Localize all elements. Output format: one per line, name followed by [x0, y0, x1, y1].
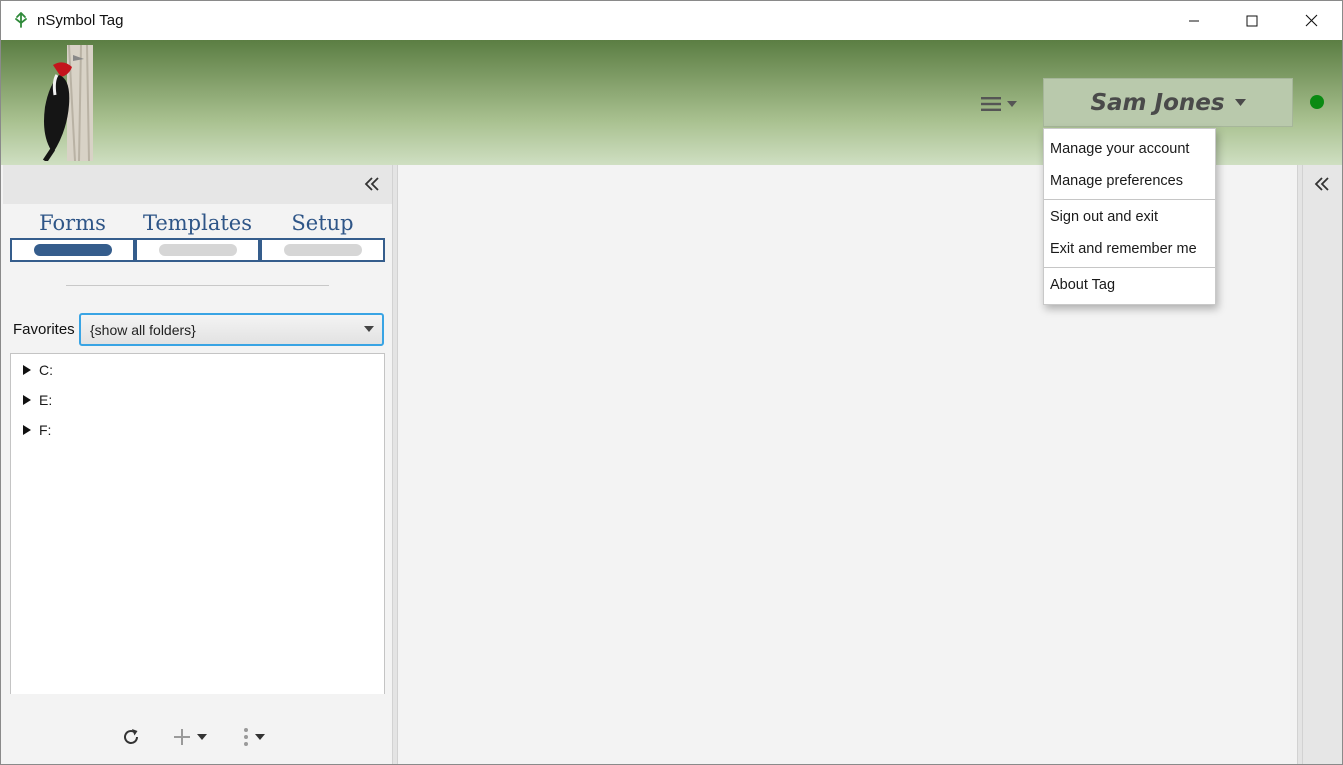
- menu-item-about[interactable]: About Tag: [1044, 270, 1215, 300]
- caret-down-icon: [1234, 99, 1246, 106]
- title-bar: nSymbol Tag: [1, 1, 1342, 40]
- favorites-label: Favorites: [13, 321, 75, 338]
- add-icon: [174, 729, 190, 745]
- left-panel-toolbar: [3, 165, 392, 204]
- tab-pill: [284, 244, 362, 256]
- nsymbol-app-icon: [15, 12, 27, 28]
- collapse-right-panel-button[interactable]: [1311, 173, 1333, 195]
- tab-pill: [159, 244, 237, 256]
- expand-arrow-icon[interactable]: [23, 395, 31, 405]
- close-icon: [1305, 14, 1317, 27]
- close-button[interactable]: [1282, 1, 1340, 40]
- tab-templates[interactable]: Templates: [135, 209, 260, 263]
- collapse-left-panel-button[interactable]: [361, 173, 383, 195]
- caret-down-icon: [197, 734, 207, 740]
- more-vertical-icon: [244, 728, 248, 746]
- add-button[interactable]: [173, 724, 207, 750]
- tab-label: Templates: [142, 211, 253, 235]
- refresh-button[interactable]: [121, 724, 141, 750]
- woodpecker-logo-icon: [42, 45, 93, 161]
- minimize-button[interactable]: [1165, 1, 1223, 40]
- section-divider: [66, 285, 329, 286]
- tab-indicator: [135, 238, 260, 262]
- menu-item-label: About Tag: [1050, 277, 1116, 293]
- tree-node[interactable]: C:: [23, 359, 53, 381]
- window-title: nSymbol Tag: [37, 12, 124, 29]
- menu-item-label: Exit and remember me: [1050, 241, 1197, 257]
- hamburger-menu-icon: [981, 97, 1001, 111]
- menu-item-label: Manage preferences: [1050, 173, 1183, 189]
- menu-item-exit-remember[interactable]: Exit and remember me: [1044, 234, 1215, 264]
- tab-indicator: [10, 238, 135, 262]
- user-menu-button[interactable]: Sam Jones: [1043, 78, 1293, 127]
- folder-tree: C: E: F:: [10, 353, 385, 694]
- expand-arrow-icon[interactable]: [23, 365, 31, 375]
- tab-label: Forms: [39, 211, 106, 235]
- refresh-icon: [124, 729, 138, 744]
- expand-arrow-icon[interactable]: [23, 425, 31, 435]
- menu-item-label: Manage your account: [1050, 141, 1190, 157]
- left-splitter[interactable]: [392, 165, 398, 764]
- tab-label: Setup: [291, 211, 354, 235]
- left-panel: Forms Templates Setup Favorites {show al…: [3, 165, 392, 764]
- maximize-icon: [1246, 15, 1258, 26]
- user-dropdown-menu: Manage your account Manage preferences S…: [1043, 128, 1216, 305]
- caret-down-icon: [255, 734, 265, 740]
- tab-pill: [34, 244, 112, 256]
- favorites-selected-value: {show all folders}: [90, 321, 196, 338]
- tab-setup[interactable]: Setup: [260, 209, 385, 263]
- menu-separator: [1044, 199, 1215, 200]
- tree-node[interactable]: F:: [23, 419, 51, 441]
- menu-item-manage-account[interactable]: Manage your account: [1044, 134, 1215, 164]
- menu-item-manage-preferences[interactable]: Manage preferences: [1044, 166, 1215, 196]
- tree-node-label: F:: [39, 422, 52, 438]
- tab-forms[interactable]: Forms: [10, 209, 135, 263]
- menu-separator: [1044, 267, 1215, 268]
- minimize-icon: [1189, 20, 1199, 21]
- left-tabs: Forms Templates Setup: [10, 209, 386, 263]
- maximize-button[interactable]: [1223, 1, 1281, 40]
- caret-down-icon: [364, 326, 374, 332]
- user-name: Sam Jones: [1090, 89, 1225, 116]
- tree-toolbar: [3, 716, 392, 760]
- double-chevron-left-icon: [364, 177, 379, 191]
- tree-node-label: E:: [39, 392, 53, 408]
- right-panel: [1303, 165, 1342, 764]
- menu-item-label: Sign out and exit: [1050, 209, 1159, 225]
- tree-node[interactable]: E:: [23, 389, 52, 411]
- tab-indicator: [260, 238, 385, 262]
- main-menu-button[interactable]: [981, 92, 1025, 116]
- favorites-select[interactable]: {show all folders}: [79, 313, 384, 346]
- menu-item-sign-out[interactable]: Sign out and exit: [1044, 202, 1215, 232]
- tree-node-label: C:: [39, 362, 53, 378]
- online-status-indicator: [1310, 95, 1324, 109]
- double-chevron-left-icon: [1314, 177, 1329, 191]
- caret-down-icon: [1007, 101, 1017, 107]
- more-options-button[interactable]: [243, 724, 265, 750]
- app-window: nSymbol Tag Sam Jones Forms Templates Se…: [0, 0, 1343, 765]
